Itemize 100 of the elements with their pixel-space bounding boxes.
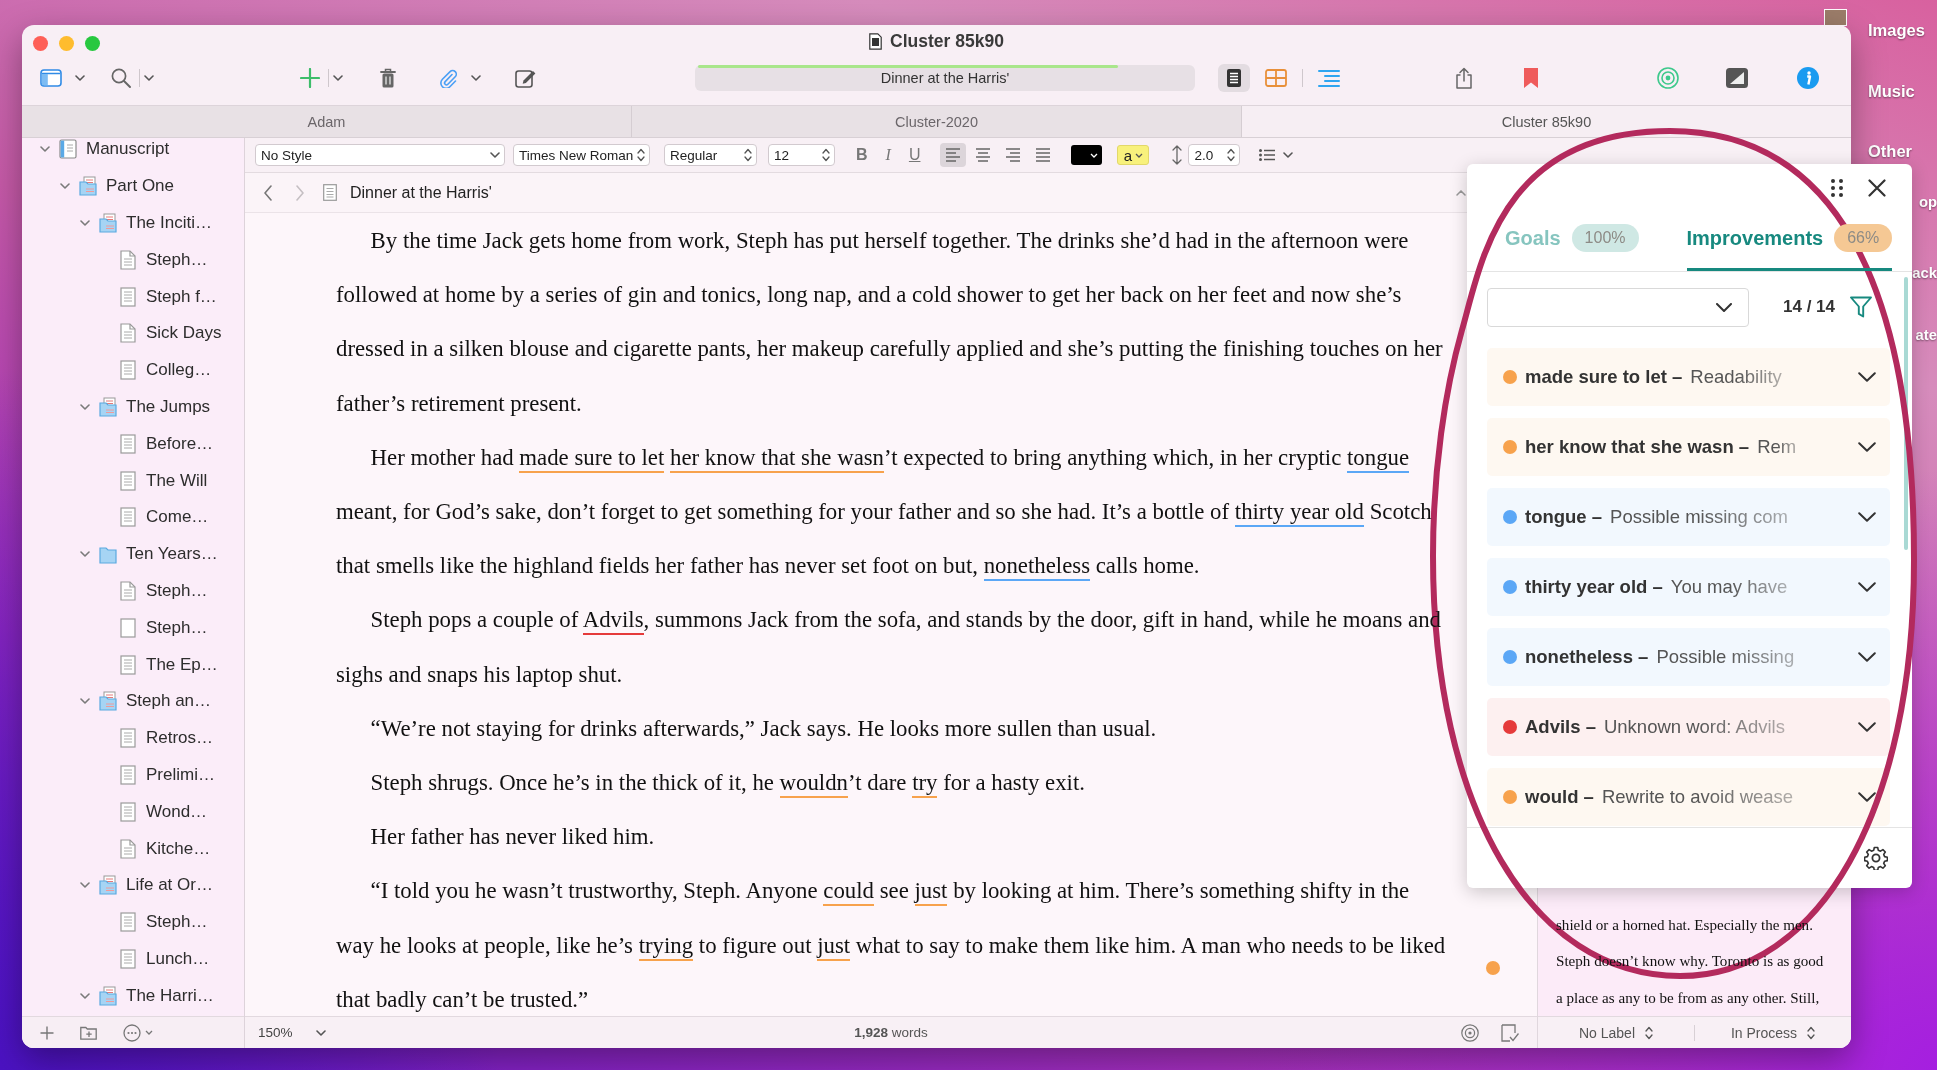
binder-item[interactable]: The Inciti… (126, 213, 212, 233)
chevron-down-icon[interactable] (1858, 582, 1876, 592)
binder-item[interactable]: Manuscript (86, 139, 170, 160)
font-select[interactable]: Times New Roman (513, 144, 650, 166)
bookmark-icon[interactable] (1524, 68, 1538, 88)
status-select[interactable]: In Process (1730, 1024, 1816, 1041)
chevron-down-icon[interactable] (75, 75, 85, 81)
binder-item[interactable]: Steph… (146, 580, 208, 601)
binder-item[interactable]: Steph f… (146, 286, 217, 307)
binder-item[interactable]: Colleg… (146, 360, 212, 381)
share-icon[interactable] (1455, 67, 1473, 89)
paperclip-icon[interactable] (439, 68, 457, 88)
status-dot-icon[interactable] (1486, 961, 1500, 975)
paragraph: Steph shrugs. Once he’s in the thick of it, he wouldn’t dare try for a hasty exit. (336, 756, 1452, 811)
chevron-down-icon[interactable] (1283, 152, 1294, 158)
chevron-down-icon (1716, 302, 1732, 312)
chevron-down-icon[interactable] (1858, 512, 1876, 522)
issue-card[interactable]: made sure to let – Readability (1487, 348, 1890, 406)
plus-icon[interactable] (300, 68, 320, 88)
list-icon[interactable] (1259, 149, 1276, 161)
document-tab[interactable]: Cluster 85k90 (1241, 106, 1851, 137)
paragraph: By the time Jack gets home from work, Steph has put herself together. The drinks she’d had in the afternoon were followed at home by a series of gin and tonics, long nap, and a cold shower to get her back on her feet and now she’s dressed in a silken blouse and cigarette pants, her makeup carefully applied and she’s putting the finishing touches on her father’s retirement present. (336, 227, 1444, 418)
compose-icon[interactable] (515, 68, 537, 88)
chevron-down-icon[interactable] (1858, 652, 1876, 662)
binder-item[interactable]: Ten Years… (126, 544, 218, 565)
issue-card[interactable]: thirty year old – You may have (1487, 558, 1890, 616)
issue-card[interactable]: tongue – Possible missing com (1487, 488, 1890, 546)
folder-icon (99, 985, 117, 1006)
sidebar-icon[interactable] (40, 69, 62, 87)
binder-item[interactable]: Part One (106, 176, 175, 197)
highlight-button[interactable]: a (1117, 145, 1150, 165)
chevron-down-icon[interactable] (1858, 722, 1876, 732)
panel-tab[interactable]: Improvements 66% (1686, 212, 1893, 271)
binder-item[interactable]: Steph… (146, 912, 208, 933)
binder-item[interactable]: Come… (146, 507, 209, 528)
binder-item[interactable]: Life at Or… (126, 875, 213, 896)
text-color-button[interactable] (1071, 145, 1103, 165)
chevron-down-icon[interactable] (471, 75, 481, 81)
issue-description: Rewrite to avoid wease (1601, 786, 1794, 808)
binder-item[interactable]: The Will (146, 470, 208, 491)
align-left-button[interactable] (940, 143, 967, 167)
line-spacing-icon (1171, 145, 1184, 165)
line-spacing-select[interactable]: 2.0 (1188, 144, 1241, 166)
scrollbar[interactable] (1904, 277, 1908, 550)
binder-item[interactable]: Before… (146, 433, 214, 454)
font-weight-select[interactable]: Regular (664, 144, 757, 166)
bold-button[interactable]: B (856, 145, 868, 165)
chevron-up-icon[interactable] (1456, 189, 1466, 196)
chevron-down-icon[interactable] (1858, 372, 1876, 382)
binder-item[interactable]: Wond… (146, 801, 208, 822)
chevron-down-icon[interactable] (144, 75, 154, 81)
binder-item[interactable]: Sick Days (146, 323, 222, 344)
more-icon[interactable] (123, 1023, 141, 1042)
issue-card[interactable]: would – Rewrite to avoid wease (1487, 768, 1890, 826)
close-window-icon[interactable] (33, 35, 48, 51)
info-icon[interactable] (1797, 67, 1819, 89)
font-size-select[interactable]: 12 (768, 144, 835, 166)
binder-item[interactable]: Steph… (146, 617, 208, 638)
binder-item[interactable]: The Ep… (146, 654, 218, 675)
binder-item[interactable]: Steph… (146, 249, 208, 270)
drag-handle-icon[interactable] (1831, 179, 1843, 197)
chevron-down-icon[interactable] (333, 75, 343, 81)
binder-item[interactable]: Steph an… (126, 691, 212, 712)
chevron-down-icon[interactable] (1858, 792, 1876, 802)
issue-card[interactable]: her know that she wasn – Rem (1487, 418, 1890, 476)
updown-chevron-icon (744, 148, 752, 162)
target-icon[interactable] (1461, 1023, 1479, 1042)
issue-card[interactable]: Advils – Unknown word: Advils (1487, 698, 1890, 756)
binder-item[interactable]: The Harri… (126, 985, 214, 1006)
binder-item[interactable]: Prelimi… (146, 764, 215, 785)
label-select[interactable]: No Label (1578, 1024, 1653, 1041)
document-title-bar[interactable]: Dinner at the Harris' (695, 65, 1195, 91)
italic-button[interactable]: I (885, 145, 891, 165)
contrast-icon[interactable] (1726, 68, 1748, 88)
issue-card[interactable]: nonetheless – Possible missing (1487, 628, 1890, 686)
binder-item[interactable]: Lunch… (146, 948, 210, 969)
trash-icon[interactable] (380, 68, 396, 88)
binder-item[interactable]: Retros… (146, 728, 214, 749)
style-select[interactable]: No Style (255, 144, 505, 166)
zoom-window-icon[interactable] (85, 35, 100, 51)
issue-phrase: would – (1525, 786, 1594, 808)
document-view-button[interactable] (1218, 64, 1250, 92)
document-icon (119, 249, 137, 270)
close-icon[interactable] (1868, 179, 1886, 197)
add-folder-icon[interactable] (80, 1025, 97, 1040)
document-icon (869, 32, 883, 50)
zoom-select[interactable]: 150% (258, 1025, 326, 1040)
filter-icon[interactable] (1850, 296, 1872, 318)
manuscript-icon (59, 139, 77, 160)
binder-item[interactable]: The Jumps (126, 396, 211, 417)
folder-icon (99, 213, 117, 233)
issue-count: 14 / 14 (1783, 297, 1835, 317)
chevron-down-icon[interactable] (1858, 442, 1876, 452)
search-icon[interactable] (111, 68, 131, 88)
back-button[interactable] (264, 184, 272, 201)
plus-icon[interactable] (40, 1025, 54, 1040)
note-check-icon[interactable] (1501, 1023, 1519, 1042)
settings-icon[interactable] (1864, 846, 1888, 870)
underline-button[interactable]: U (908, 145, 921, 165)
binder-item[interactable]: Kitche… (146, 838, 211, 859)
